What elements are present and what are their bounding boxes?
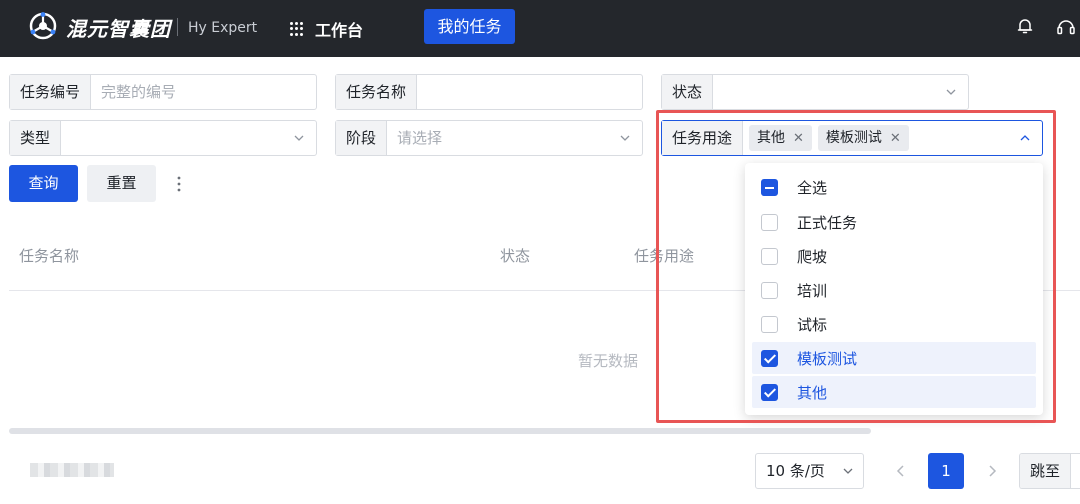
status-label: 状态	[662, 75, 714, 109]
workbench-menu[interactable]: 工作台	[290, 17, 363, 41]
next-page-icon[interactable]	[985, 462, 999, 480]
stage-filter: 阶段 请选择	[335, 120, 643, 156]
checkbox-checked-icon	[761, 383, 778, 401]
horizontal-scrollbar[interactable]	[9, 428, 871, 434]
type-select[interactable]	[61, 121, 316, 155]
task-id-input[interactable]: 完整的编号	[91, 75, 316, 109]
stage-label: 阶段	[336, 121, 388, 155]
column-header-status: 状态	[500, 247, 531, 265]
status-select[interactable]	[713, 75, 968, 109]
current-page-button[interactable]: 1	[928, 453, 964, 489]
status-filter: 状态	[661, 74, 969, 110]
brand-name: 混元智囊团	[66, 17, 171, 41]
option-label: 爬坡	[797, 247, 828, 266]
bell-icon[interactable]	[1016, 17, 1034, 35]
chevron-down-icon	[946, 89, 956, 95]
chevron-down-icon	[620, 135, 630, 141]
purpose-select[interactable]: 其他 ✕ 模板测试 ✕	[743, 121, 1042, 155]
option-label: 培训	[797, 281, 828, 300]
purpose-label: 任务用途	[662, 121, 744, 155]
headset-icon[interactable]	[1056, 17, 1076, 37]
option-item[interactable]: 培训	[752, 274, 1036, 306]
option-label: 模板测试	[797, 349, 858, 368]
my-tasks-tab[interactable]: 我的任务	[424, 9, 515, 44]
close-icon[interactable]: ✕	[890, 131, 901, 146]
checkbox-icon	[761, 247, 778, 265]
query-button[interactable]: 查询	[9, 165, 78, 202]
workbench-label: 工作台	[315, 21, 364, 40]
top-bar: 混元智囊团 Hy Expert 工作台 我的任务	[0, 0, 1080, 57]
purpose-tag: 其他 ✕	[749, 125, 812, 151]
empty-state-text: 暂无数据	[578, 352, 639, 370]
purpose-tag-label: 模板测试	[825, 130, 882, 146]
jump-label: 跳至	[1020, 454, 1072, 488]
purpose-tag-label: 其他	[757, 130, 786, 146]
apps-grid-icon	[290, 22, 304, 36]
checkbox-indeterminate-icon	[761, 178, 778, 196]
column-header-purpose: 任务用途	[634, 247, 695, 265]
column-header-task-name: 任务名称	[19, 247, 80, 265]
checkbox-checked-icon	[761, 349, 778, 367]
logo-icon	[29, 12, 57, 40]
task-id-label: 任务编号	[10, 75, 92, 109]
chevron-down-icon	[294, 135, 304, 141]
blurred-total-count	[30, 463, 114, 477]
purpose-tag: 模板测试 ✕	[817, 125, 909, 151]
page-size-select[interactable]: 10 条/页	[755, 453, 864, 489]
purpose-filter: 任务用途 其他 ✕ 模板测试 ✕	[661, 120, 1043, 156]
brand-subtitle: Hy Expert	[188, 20, 258, 36]
option-label: 全选	[797, 178, 828, 197]
option-label: 其他	[797, 383, 828, 402]
reset-button[interactable]: 重置	[87, 165, 156, 202]
option-label: 试标	[797, 315, 828, 334]
task-name-filter: 任务名称	[335, 74, 643, 110]
purpose-dropdown: 全选 正式任务 爬坡 培训 试标 模板测试 其他	[745, 163, 1043, 415]
checkbox-icon	[761, 315, 778, 333]
close-icon[interactable]: ✕	[793, 131, 804, 146]
chevron-up-icon	[1020, 135, 1030, 141]
stage-select[interactable]: 请选择	[387, 121, 642, 155]
stage-placeholder: 请选择	[397, 129, 443, 147]
checkbox-icon	[761, 281, 778, 299]
task-id-filter: 任务编号 完整的编号	[9, 74, 317, 110]
chevron-down-icon	[843, 468, 853, 474]
task-name-label: 任务名称	[336, 75, 418, 109]
brand-divider	[177, 18, 178, 36]
option-item[interactable]: 其他	[752, 376, 1036, 408]
option-item[interactable]: 正式任务	[752, 206, 1036, 238]
type-filter: 类型	[9, 120, 317, 156]
jump-to-page[interactable]: 跳至	[1019, 453, 1080, 489]
option-label: 正式任务	[797, 213, 858, 232]
option-item[interactable]: 模板测试	[752, 342, 1036, 374]
checkbox-icon	[761, 213, 778, 231]
option-item[interactable]: 爬坡	[752, 240, 1036, 272]
option-select-all[interactable]: 全选	[752, 171, 1036, 203]
task-name-input[interactable]	[417, 75, 642, 109]
more-vertical-icon[interactable]	[176, 175, 182, 193]
type-label: 类型	[10, 121, 62, 155]
page-size-label: 10 条/页	[766, 462, 825, 480]
option-item[interactable]: 试标	[752, 308, 1036, 340]
prev-page-icon[interactable]	[894, 462, 908, 480]
